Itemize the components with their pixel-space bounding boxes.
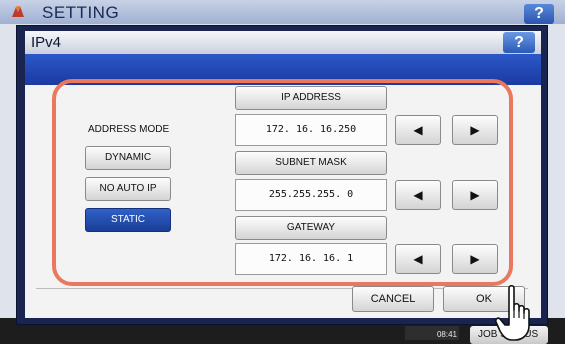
arrow-right-icon: ▶ bbox=[470, 188, 480, 202]
ip-address-field[interactable]: 172. 16. 16.250 bbox=[235, 114, 387, 146]
gateway-right-arrow-button[interactable]: ▶ bbox=[452, 244, 498, 274]
arrow-right-icon: ▶ bbox=[470, 123, 480, 137]
background-header: SETTING bbox=[0, 0, 565, 24]
address-mode-label: ADDRESS MODE bbox=[88, 124, 170, 135]
dialog-titlebar: IPv4 ? bbox=[25, 31, 541, 54]
ip-address-left-arrow-button[interactable]: ◀ bbox=[395, 115, 441, 145]
arrow-left-icon: ◀ bbox=[413, 188, 423, 202]
background-title: SETTING bbox=[42, 3, 120, 22]
gateway-left-arrow-button[interactable]: ◀ bbox=[395, 244, 441, 274]
dialog-title: IPv4 bbox=[31, 34, 62, 51]
subnet-mask-button[interactable]: SUBNET MASK bbox=[235, 151, 387, 175]
cancel-button[interactable]: CANCEL bbox=[352, 286, 434, 312]
arrow-left-icon: ◀ bbox=[413, 252, 423, 266]
dialog-help-button[interactable]: ? bbox=[503, 32, 535, 53]
arrow-left-icon: ◀ bbox=[413, 123, 423, 137]
subnet-mask-right-arrow-button[interactable]: ▶ bbox=[452, 180, 498, 210]
logo-icon bbox=[12, 6, 24, 17]
static-button[interactable]: STATIC bbox=[85, 208, 171, 232]
ip-address-right-arrow-button[interactable]: ▶ bbox=[452, 115, 498, 145]
subnet-mask-field[interactable]: 255.255.255. 0 bbox=[235, 179, 387, 211]
gateway-button[interactable]: GATEWAY bbox=[235, 216, 387, 240]
gateway-field[interactable]: 172. 16. 16. 1 bbox=[235, 243, 387, 275]
no-auto-ip-button[interactable]: NO AUTO IP bbox=[85, 177, 171, 201]
pointing-hand-icon bbox=[495, 284, 530, 341]
clock-display: 08:41 bbox=[405, 326, 459, 340]
subnet-mask-left-arrow-button[interactable]: ◀ bbox=[395, 180, 441, 210]
arrow-right-icon: ▶ bbox=[470, 252, 480, 266]
ip-address-button[interactable]: IP ADDRESS bbox=[235, 86, 387, 110]
dynamic-button[interactable]: DYNAMIC bbox=[85, 146, 171, 170]
background-help-button[interactable]: ? bbox=[524, 4, 554, 24]
